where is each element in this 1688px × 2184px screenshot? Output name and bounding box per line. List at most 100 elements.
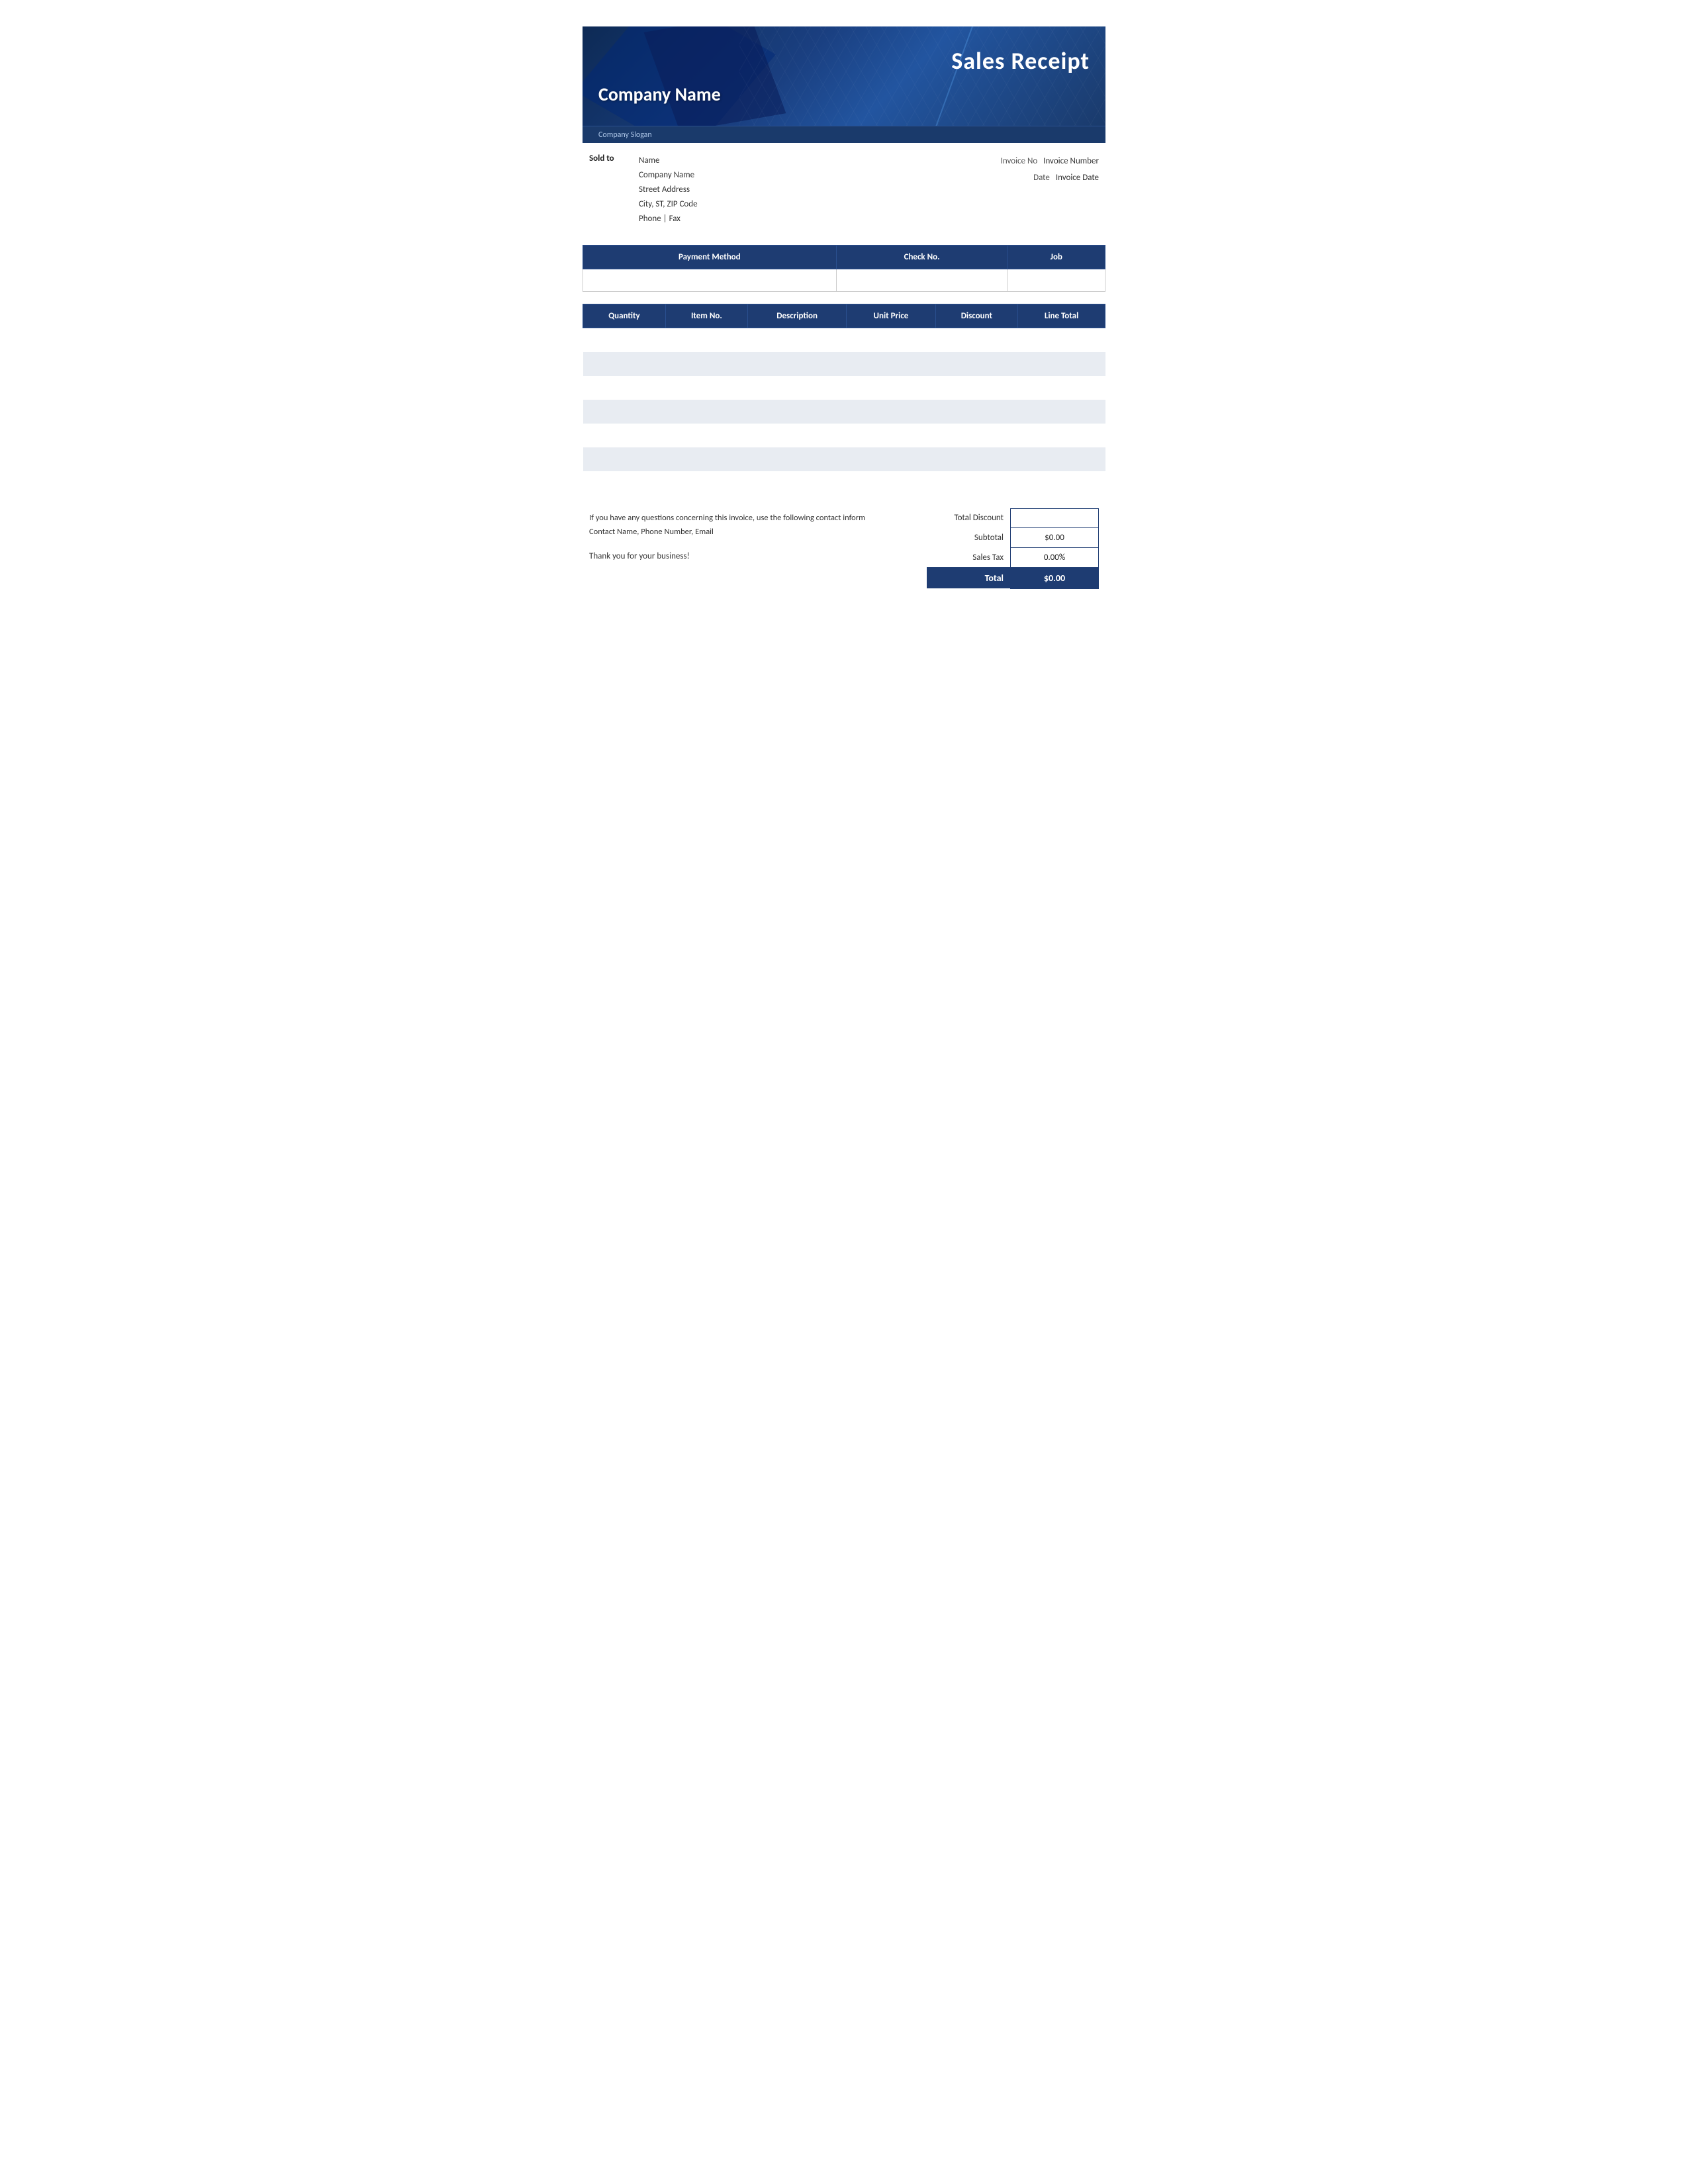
table-cell[interactable] <box>847 376 935 400</box>
job-cell[interactable] <box>1008 269 1105 292</box>
table-row <box>583 352 1105 376</box>
table-cell[interactable] <box>935 447 1018 471</box>
company-name-header: Company Name <box>598 83 721 106</box>
table-cell[interactable] <box>747 328 846 352</box>
customer-address: Street Address <box>639 183 698 197</box>
items-table: Quantity Item No. Description Unit Price… <box>583 304 1105 495</box>
table-cell[interactable] <box>847 328 935 352</box>
sales-tax-label: Sales Tax <box>927 547 1010 567</box>
invoice-number-label: Invoice No <box>1001 156 1038 166</box>
table-row <box>583 471 1105 495</box>
customer-name: Name <box>639 154 698 168</box>
sold-to-details: Name Company Name Street Address City, S… <box>639 154 698 226</box>
customer-city-state-zip: City, ST, ZIP Code <box>639 197 698 212</box>
contact-details: Contact Name, Phone Number, Email <box>589 525 867 539</box>
sold-to-label: Sold to <box>589 154 626 226</box>
check-no-cell[interactable] <box>836 269 1008 292</box>
table-cell[interactable] <box>665 328 747 352</box>
unit-price-header: Unit Price <box>847 304 935 328</box>
customer-company: Company Name <box>639 168 698 183</box>
invoice-date-row: Date Invoice Date <box>1001 170 1099 187</box>
table-cell[interactable] <box>583 352 666 376</box>
subtotal-label: Subtotal <box>927 527 1010 547</box>
table-cell[interactable] <box>747 471 846 495</box>
table-cell[interactable] <box>847 352 935 376</box>
table-cell[interactable] <box>935 471 1018 495</box>
totals-table: Total Discount Subtotal $0.00 Sales Tax … <box>927 508 1099 589</box>
subtotal-value: $0.00 <box>1010 527 1098 547</box>
item-no-header: Item No. <box>665 304 747 328</box>
company-slogan: Company Slogan <box>598 130 652 140</box>
table-cell[interactable] <box>935 328 1018 352</box>
sales-tax-row: Sales Tax 0.00% <box>927 547 1099 567</box>
table-cell[interactable] <box>583 400 666 424</box>
payment-table: Payment Method Check No. Job <box>583 245 1105 292</box>
thank-you-text: Thank you for your business! <box>589 549 867 564</box>
table-cell[interactable] <box>1018 352 1105 376</box>
table-cell[interactable] <box>665 424 747 447</box>
total-row: Total $0.00 <box>927 567 1099 588</box>
table-cell[interactable] <box>847 400 935 424</box>
receipt-title: Sales Receipt <box>951 46 1090 75</box>
table-cell[interactable] <box>747 447 846 471</box>
total-value: $0.00 <box>1010 567 1098 588</box>
table-cell[interactable] <box>665 352 747 376</box>
invoice-date-value: Invoice Date <box>1056 173 1099 183</box>
table-cell[interactable] <box>665 376 747 400</box>
table-cell[interactable] <box>583 447 666 471</box>
table-cell[interactable] <box>1018 447 1105 471</box>
table-cell[interactable] <box>935 352 1018 376</box>
table-cell[interactable] <box>1018 471 1105 495</box>
sales-tax-value: 0.00% <box>1010 547 1098 567</box>
table-cell[interactable] <box>1018 376 1105 400</box>
description-header: Description <box>747 304 846 328</box>
table-cell[interactable] <box>847 424 935 447</box>
table-cell[interactable] <box>583 376 666 400</box>
check-no-header: Check No. <box>836 246 1008 269</box>
sold-to-block: Sold to Name Company Name Street Address… <box>589 154 698 226</box>
quantity-header: Quantity <box>583 304 666 328</box>
table-cell[interactable] <box>935 400 1018 424</box>
table-cell[interactable] <box>935 424 1018 447</box>
table-row <box>583 328 1105 352</box>
table-cell[interactable] <box>747 424 846 447</box>
table-cell[interactable] <box>583 424 666 447</box>
job-header: Job <box>1008 246 1105 269</box>
table-cell[interactable] <box>747 352 846 376</box>
total-discount-value[interactable] <box>1010 508 1098 527</box>
payment-method-cell[interactable] <box>583 269 837 292</box>
table-row <box>583 447 1105 471</box>
table-cell[interactable] <box>583 471 666 495</box>
totals-block: Total Discount Subtotal $0.00 Sales Tax … <box>927 508 1099 589</box>
invoice-number-row: Invoice No Invoice Number <box>1001 154 1099 170</box>
customer-phone-fax: Phone | Fax <box>639 212 698 226</box>
invoice-date-label: Date <box>1033 173 1050 183</box>
table-cell[interactable] <box>1018 328 1105 352</box>
line-total-header: Line Total <box>1018 304 1105 328</box>
table-row <box>583 376 1105 400</box>
table-cell[interactable] <box>583 328 666 352</box>
total-discount-row: Total Discount <box>927 508 1099 527</box>
table-row <box>583 400 1105 424</box>
table-cell[interactable] <box>1018 400 1105 424</box>
table-cell[interactable] <box>665 471 747 495</box>
payment-row <box>583 269 1105 292</box>
notes-block: If you have any questions concerning thi… <box>589 508 867 565</box>
info-section: Sold to Name Company Name Street Address… <box>583 143 1105 233</box>
table-row <box>583 424 1105 447</box>
subtotal-row: Subtotal $0.00 <box>927 527 1099 547</box>
table-cell[interactable] <box>747 376 846 400</box>
contact-text: If you have any questions concerning thi… <box>589 511 867 525</box>
header-shapes <box>583 26 1105 126</box>
table-cell[interactable] <box>665 447 747 471</box>
table-cell[interactable] <box>747 400 846 424</box>
table-cell[interactable] <box>847 471 935 495</box>
total-label: Total <box>927 567 1010 588</box>
table-cell[interactable] <box>847 447 935 471</box>
table-cell[interactable] <box>665 400 747 424</box>
table-cell[interactable] <box>1018 424 1105 447</box>
receipt-header: Sales Receipt Company Name <box>583 26 1105 126</box>
invoice-details: Invoice No Invoice Number Date Invoice D… <box>1001 154 1099 226</box>
discount-header: Discount <box>935 304 1018 328</box>
table-cell[interactable] <box>935 376 1018 400</box>
